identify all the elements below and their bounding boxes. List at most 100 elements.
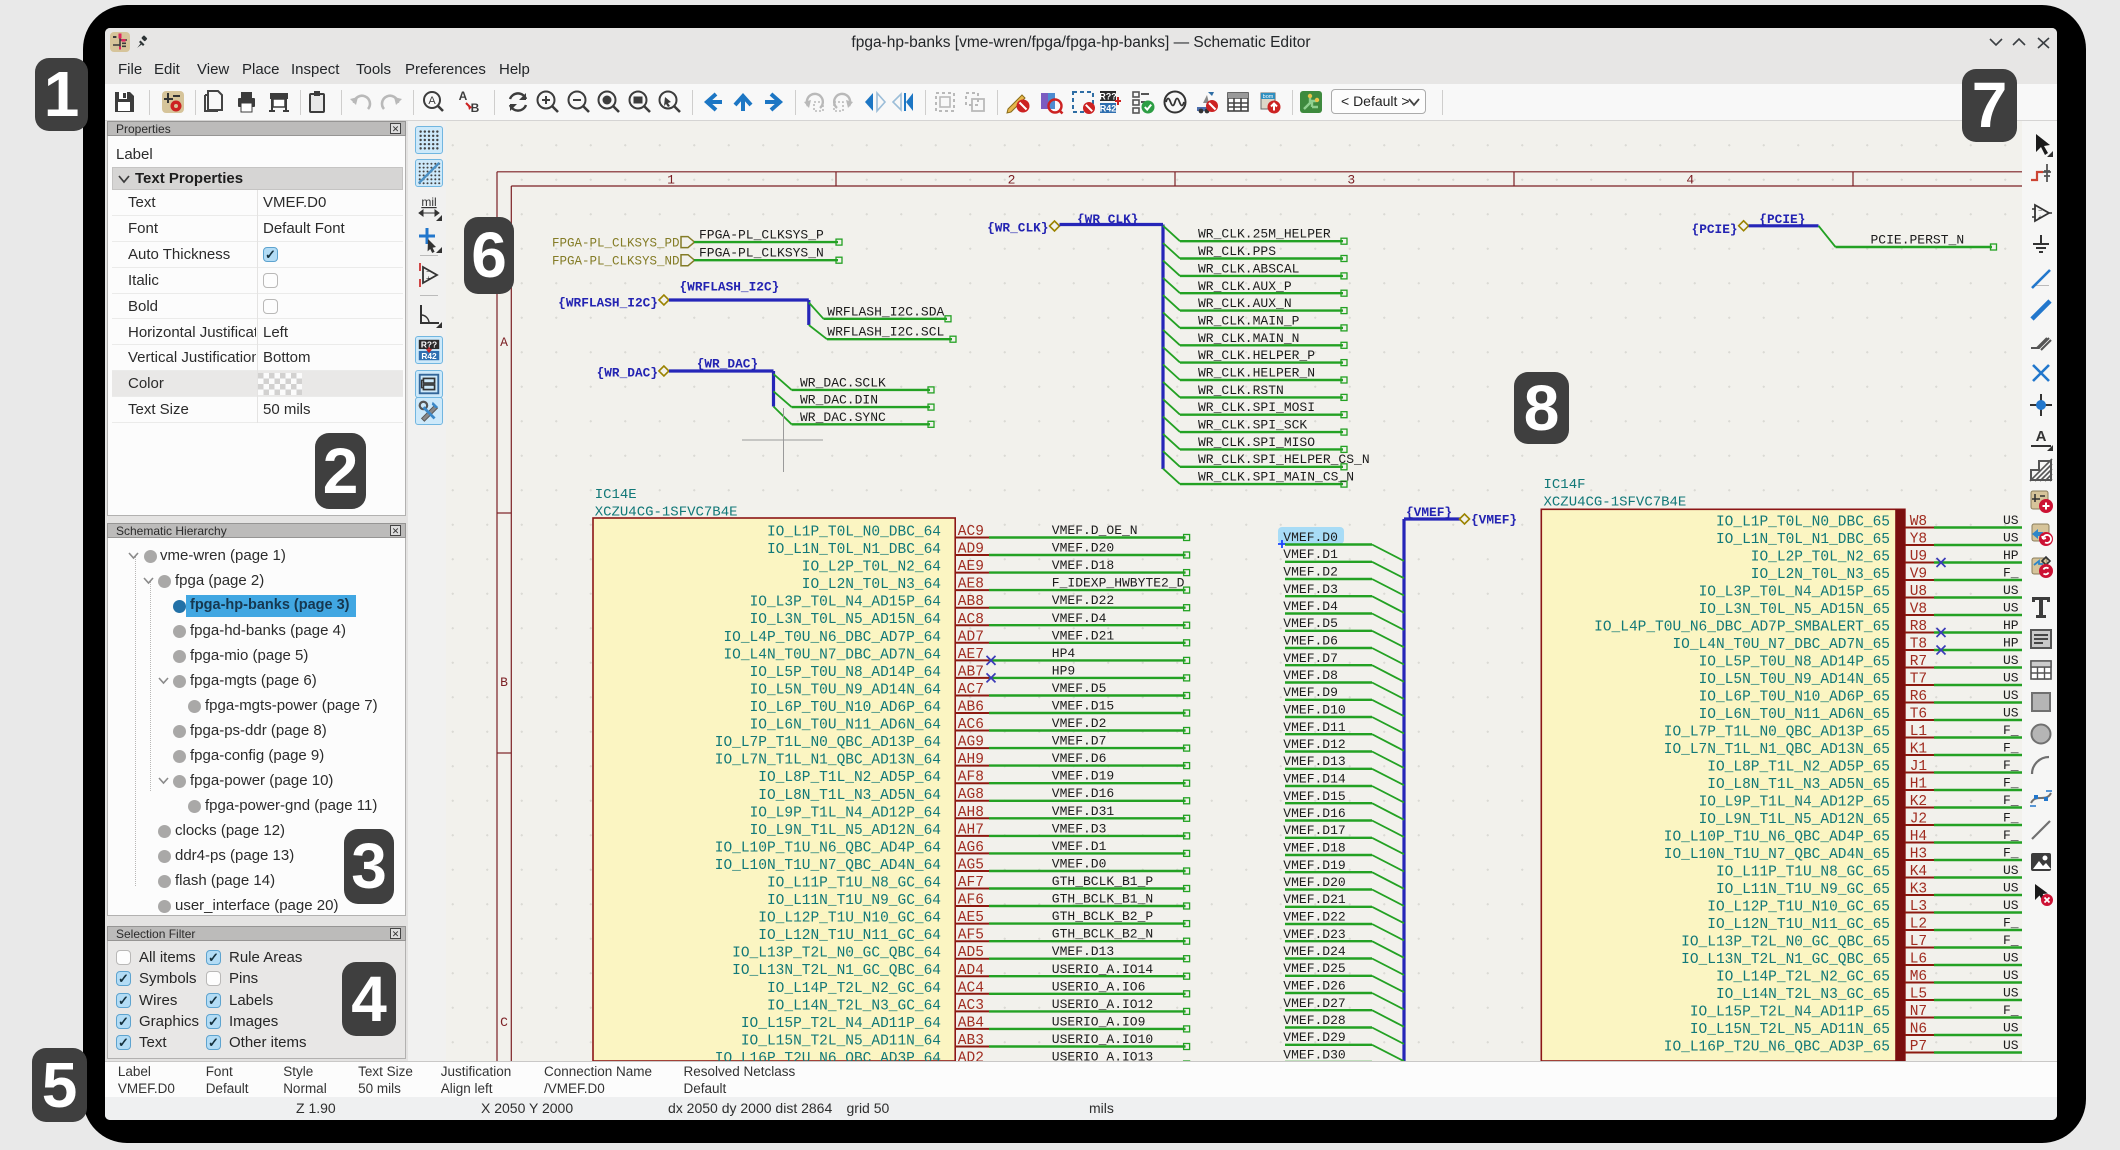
svg-text:A: A: [459, 89, 468, 103]
svg-text:IO_L11N_T1U_N9_GC_65: IO_L11N_T1U_N9_GC_65: [1716, 882, 1890, 898]
svg-text:{WR_CLK}: {WR_CLK}: [987, 221, 1048, 236]
svg-text:VMEF.D3: VMEF.D3: [1052, 821, 1107, 836]
svg-text:IO_L2P_T0L_N2_64: IO_L2P_T0L_N2_64: [802, 560, 941, 576]
svg-text:{PCIE}: {PCIE}: [1759, 212, 1805, 227]
svg-text:IO_L5P_T0U_N8_AD14P_65: IO_L5P_T0U_N8_AD14P_65: [1699, 655, 1890, 671]
svg-text:VMEF.D27: VMEF.D27: [1283, 996, 1345, 1011]
svg-text:VMEF.D11: VMEF.D11: [1283, 720, 1346, 735]
svg-text:VMEF.D13: VMEF.D13: [1283, 754, 1345, 769]
svg-text:VMEF.D15: VMEF.D15: [1283, 789, 1345, 804]
svg-text:USERIO_A.IO6: USERIO_A.IO6: [1052, 979, 1146, 994]
svg-text:IO_L16P_T2U_N6_QBC_AD3P_65: IO_L16P_T2U_N6_QBC_AD3P_65: [1664, 1040, 1890, 1056]
svg-text:VMEF.D6: VMEF.D6: [1052, 751, 1107, 766]
svg-text:FPGA-PL_CLKSYS_PD: FPGA-PL_CLKSYS_PD: [552, 237, 680, 251]
svg-text:IO_L16P_T2U_N6_QBC_AD3P_64: IO_L16P_T2U_N6_QBC_AD3P_64: [715, 1051, 941, 1061]
svg-text:IO_L8P_T1L_N2_AD5P_65: IO_L8P_T1L_N2_AD5P_65: [1707, 760, 1890, 776]
svg-text:A: A: [428, 95, 436, 107]
svg-text:−: −: [2038, 208, 2042, 215]
svg-text:R42: R42: [1100, 104, 1117, 114]
svg-text:IO_L14N_T2L_N3_GC_65: IO_L14N_T2L_N3_GC_65: [1716, 987, 1890, 1003]
svg-text:VMEF.D4: VMEF.D4: [1052, 611, 1107, 626]
svg-text:US: US: [2003, 513, 2019, 528]
svg-text:IO_L1N_T0L_N1_DBC_64: IO_L1N_T0L_N1_DBC_64: [767, 542, 941, 558]
svg-text:WR_DAC.DIN: WR_DAC.DIN: [800, 393, 878, 408]
svg-text:F_: F_: [2003, 776, 2019, 791]
svg-text:IO_L3N_T0L_N5_AD15N_65: IO_L3N_T0L_N5_AD15N_65: [1699, 602, 1890, 618]
svg-text:IC14F: IC14F: [1544, 477, 1586, 493]
svg-text:{PCIE}: {PCIE}: [1692, 222, 1738, 237]
svg-text:IO_L15P_T2L_N4_AD11P_65: IO_L15P_T2L_N4_AD11P_65: [1690, 1005, 1890, 1021]
svg-text:WR_CLK.ABSCAL: WR_CLK.ABSCAL: [1198, 261, 1299, 276]
svg-text:F_: F_: [2003, 828, 2019, 843]
svg-text:VMEF.D25: VMEF.D25: [1283, 961, 1345, 976]
svg-text:IO_L13P_T2L_N0_GC_QBC_64: IO_L13P_T2L_N0_GC_QBC_64: [732, 946, 941, 962]
svg-text:GTH_BCLK_B2_N: GTH_BCLK_B2_N: [1052, 927, 1153, 942]
svg-text:VMEF.D17: VMEF.D17: [1283, 823, 1345, 838]
svg-text:US: US: [2003, 601, 2019, 616]
svg-text:IO_L12P_T1U_N10_GC_64: IO_L12P_T1U_N10_GC_64: [758, 911, 941, 927]
svg-text:IO_L12P_T1U_N10_GC_65: IO_L12P_T1U_N10_GC_65: [1707, 900, 1890, 916]
svg-text:WR_CLK.25M_HELPER: WR_CLK.25M_HELPER: [1198, 227, 1331, 242]
svg-text:VMEF.D16: VMEF.D16: [1283, 806, 1345, 821]
svg-text:VMEF.D5: VMEF.D5: [1052, 681, 1107, 696]
svg-text:IO_L13N_T2L_N1_GC_QBC_65: IO_L13N_T2L_N1_GC_QBC_65: [1681, 952, 1890, 968]
svg-text:WR_DAC.SCLK: WR_DAC.SCLK: [800, 375, 886, 390]
svg-text:IC14E: IC14E: [595, 487, 637, 503]
svg-text:mil: mil: [421, 195, 436, 209]
svg-text:VMEF.D10: VMEF.D10: [1283, 703, 1345, 718]
svg-text:IO_L10P_T1U_N6_QBC_AD4P_64: IO_L10P_T1U_N6_QBC_AD4P_64: [715, 840, 941, 856]
svg-text:IO_L9N_T1L_N5_AD12N_64: IO_L9N_T1L_N5_AD12N_64: [750, 823, 941, 839]
svg-text:VMEF.D12: VMEF.D12: [1283, 737, 1345, 752]
svg-text:IO_L15N_T2L_N5_AD11N_64: IO_L15N_T2L_N5_AD11N_64: [741, 1034, 941, 1050]
svg-text:F_: F_: [2003, 846, 2019, 861]
svg-text:HP: HP: [2003, 636, 2019, 651]
svg-text:PCIE.PERST_N: PCIE.PERST_N: [1871, 233, 1965, 248]
svg-text:{VMEF}: {VMEF}: [1471, 513, 1517, 528]
svg-text:IO_L15N_T2L_N5_AD11N_65: IO_L15N_T2L_N5_AD11N_65: [1690, 1022, 1890, 1038]
svg-text:VMEF.D2: VMEF.D2: [1283, 565, 1338, 580]
svg-text:IO_L1P_T0L_N0_DBC_64: IO_L1P_T0L_N0_DBC_64: [767, 525, 941, 541]
svg-text:IO_L6N_T0U_N11_AD6N_64: IO_L6N_T0U_N11_AD6N_64: [750, 718, 941, 734]
svg-text:AD2: AD2: [958, 1051, 984, 1062]
svg-text:WR_CLK.SPI_HELPER_CS_N: WR_CLK.SPI_HELPER_CS_N: [1198, 452, 1370, 467]
svg-text:VMEF.D26: VMEF.D26: [1283, 979, 1345, 994]
svg-text:IO_L5P_T0U_N8_AD14P_64: IO_L5P_T0U_N8_AD14P_64: [750, 665, 941, 681]
svg-text:IO_L10N_T1U_N7_QBC_AD4N_64: IO_L10N_T1U_N7_QBC_AD4N_64: [715, 858, 941, 874]
svg-text:VMEF.D15: VMEF.D15: [1052, 699, 1114, 714]
svg-text:US: US: [2003, 951, 2019, 966]
svg-text:IO_L7P_T1L_N0_QBC_AD13P_65: IO_L7P_T1L_N0_QBC_AD13P_65: [1664, 725, 1890, 741]
svg-text:{VMEF}: {VMEF}: [1406, 505, 1452, 520]
svg-text:WR_CLK.HELPER_P: WR_CLK.HELPER_P: [1198, 348, 1315, 363]
svg-text:IO_L7N_T1L_N1_QBC_AD13N_64: IO_L7N_T1L_N1_QBC_AD13N_64: [715, 753, 941, 769]
svg-text:USERIO_A.IO12: USERIO_A.IO12: [1052, 997, 1153, 1012]
svg-text:4: 4: [1686, 173, 1694, 188]
svg-text:GTH_BCLK_B1_N: GTH_BCLK_B1_N: [1052, 892, 1153, 907]
svg-text:USERIO_A.IO10: USERIO_A.IO10: [1052, 1032, 1153, 1047]
svg-text:IO_L6P_T0U_N10_AD6P_65: IO_L6P_T0U_N10_AD6P_65: [1699, 690, 1890, 706]
svg-text:VMEF.D28: VMEF.D28: [1283, 1013, 1345, 1028]
svg-text:US: US: [2003, 898, 2019, 913]
svg-text:VMEF.D30: VMEF.D30: [1283, 1048, 1345, 1062]
svg-text:US: US: [2003, 863, 2019, 878]
svg-text:IO_L7N_T1L_N1_QBC_AD13N_65: IO_L7N_T1L_N1_QBC_AD13N_65: [1664, 742, 1890, 758]
svg-text:{WR_DAC}: {WR_DAC}: [597, 366, 658, 381]
svg-text:VMEF.D21: VMEF.D21: [1052, 628, 1115, 643]
svg-text:IO_L6N_T0U_N11_AD6N_65: IO_L6N_T0U_N11_AD6N_65: [1699, 707, 1890, 723]
svg-text:WR_CLK.SPI_SCK: WR_CLK.SPI_SCK: [1198, 418, 1307, 433]
svg-text:VMEF.D20: VMEF.D20: [1283, 875, 1345, 890]
svg-text:F_: F_: [2003, 933, 2019, 948]
svg-text:VMEF.D31: VMEF.D31: [1052, 804, 1115, 819]
svg-text:IO_L9P_T1L_N4_AD12P_65: IO_L9P_T1L_N4_AD12P_65: [1699, 795, 1890, 811]
svg-text:{WRFLASH_I2C}: {WRFLASH_I2C}: [558, 295, 658, 310]
svg-text:GTH_BCLK_B1_P: GTH_BCLK_B1_P: [1052, 874, 1154, 889]
svg-text:A: A: [500, 335, 508, 350]
svg-text:FPGA-PL_CLKSYS_ND: FPGA-PL_CLKSYS_ND: [552, 255, 680, 269]
svg-text:IO_L14P_T2L_N2_GC_65: IO_L14P_T2L_N2_GC_65: [1716, 970, 1890, 986]
svg-text:IO_L11P_T1U_N8_GC_64: IO_L11P_T1U_N8_GC_64: [767, 876, 941, 892]
svg-text:US: US: [2003, 688, 2019, 703]
svg-text:F_: F_: [2003, 758, 2019, 773]
svg-text:R??: R??: [1099, 92, 1117, 102]
svg-text:IO_L14P_T2L_N2_GC_64: IO_L14P_T2L_N2_GC_64: [767, 981, 941, 997]
svg-text:WR_CLK.AUX_P: WR_CLK.AUX_P: [1198, 279, 1292, 294]
svg-text:F_: F_: [2003, 723, 2019, 738]
